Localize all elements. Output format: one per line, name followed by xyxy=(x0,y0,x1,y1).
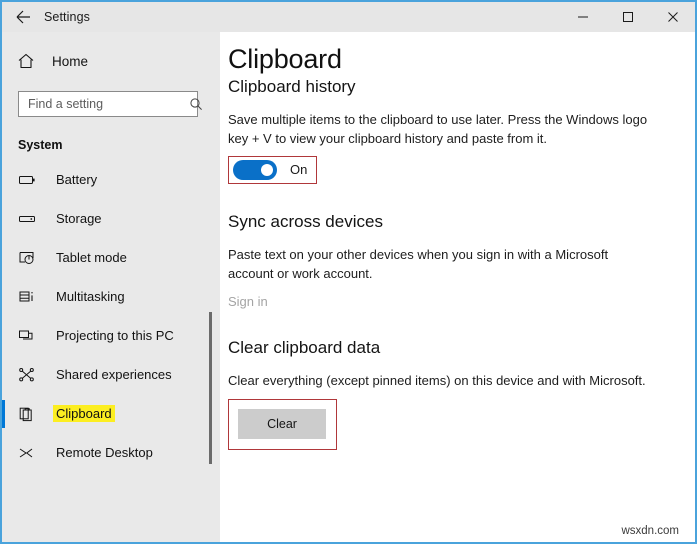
toggle-knob xyxy=(261,163,273,176)
search-icon[interactable] xyxy=(189,97,203,111)
multitasking-icon xyxy=(18,288,36,306)
close-icon[interactable] xyxy=(650,2,695,32)
sidebar-scrollbar-thumb[interactable] xyxy=(209,312,212,464)
sidebar-item-label: Storage xyxy=(56,211,102,226)
section-description-clear-clipboard-data: Clear everything (except pinned items) o… xyxy=(228,373,646,389)
search-box[interactable] xyxy=(18,91,202,117)
projecting-icon xyxy=(18,327,36,345)
back-arrow-icon[interactable] xyxy=(14,8,32,26)
home-icon xyxy=(16,51,36,71)
sign-in-link[interactable]: Sign in xyxy=(228,294,268,309)
maximize-icon[interactable] xyxy=(605,2,650,32)
sidebar-item-label: Clipboard xyxy=(53,405,115,422)
clipboard-icon xyxy=(18,405,36,423)
tablet-mode-icon xyxy=(18,249,36,267)
toggle-state-label: On xyxy=(290,162,308,178)
section-heading-clear-clipboard-data: Clear clipboard data xyxy=(228,338,381,358)
watermark: wsxdn.com xyxy=(621,525,679,537)
sidebar-item-projecting-to-this-pc[interactable]: Projecting to this PC xyxy=(2,316,220,355)
clear-button-annotation: Clear xyxy=(228,399,337,451)
minimize-icon[interactable] xyxy=(560,2,605,32)
section-heading-sync-across-devices: Sync across devices xyxy=(228,211,383,231)
remote-desktop-icon xyxy=(18,444,36,462)
sidebar-item-multitasking[interactable]: Multitasking xyxy=(2,277,220,316)
sidebar-item-battery[interactable]: Battery xyxy=(2,160,220,199)
sidebar-item-storage[interactable]: Storage xyxy=(2,199,220,238)
sidebar-item-label: Projecting to this PC xyxy=(56,328,174,343)
search-input[interactable] xyxy=(28,97,189,111)
sidebar-item-label-home: Home xyxy=(52,53,89,69)
sidebar-item-remote-desktop[interactable]: Remote Desktop xyxy=(2,433,220,472)
sidebar-item-label: Battery xyxy=(56,172,98,187)
battery-icon xyxy=(18,171,36,189)
settings-window: Settings Home Find a setting System Batt… xyxy=(0,0,697,544)
sidebar-nav-list: Battery Storage Tablet mode Multitasking… xyxy=(2,160,220,472)
sidebar-item-label: Tablet mode xyxy=(56,250,127,265)
section-description-clipboard-history: Save multiple items to the clipboard to … xyxy=(228,112,648,146)
sidebar-item-home[interactable]: Home xyxy=(2,44,220,78)
sidebar-item-label: Multitasking xyxy=(56,289,125,304)
sidebar-item-tablet-mode[interactable]: Tablet mode xyxy=(2,238,220,277)
sidebar-scrollbar[interactable] xyxy=(209,32,212,542)
main-content: Clipboard Clipboard history Save multipl… xyxy=(220,32,695,542)
sidebar: Home System xyxy=(2,32,220,542)
clipboard-history-toggle-annotation: On xyxy=(228,155,318,184)
clipboard-history-toggle[interactable] xyxy=(233,159,277,180)
sidebar-group-label: System xyxy=(18,138,63,152)
title-bar-left: Settings xyxy=(2,2,90,32)
window-body: Home System xyxy=(2,32,695,542)
sidebar-item-clipboard[interactable]: Clipboard xyxy=(2,394,220,433)
app-title: Settings xyxy=(44,10,90,24)
window-controls xyxy=(560,2,695,32)
section-heading-clipboard-history: Clipboard history xyxy=(228,77,356,96)
section-description-sync-across-devices: Paste text on your other devices when yo… xyxy=(228,246,609,281)
title-bar: Settings xyxy=(2,2,695,32)
storage-icon xyxy=(18,210,36,228)
shared-experiences-icon xyxy=(18,366,36,384)
clear-button[interactable]: Clear xyxy=(238,409,326,440)
sidebar-item-shared-experiences[interactable]: Shared experiences xyxy=(2,355,220,394)
sidebar-item-label: Remote Desktop xyxy=(56,445,153,460)
sidebar-item-label: Shared experiences xyxy=(56,367,172,382)
page-title: Clipboard xyxy=(228,44,342,74)
